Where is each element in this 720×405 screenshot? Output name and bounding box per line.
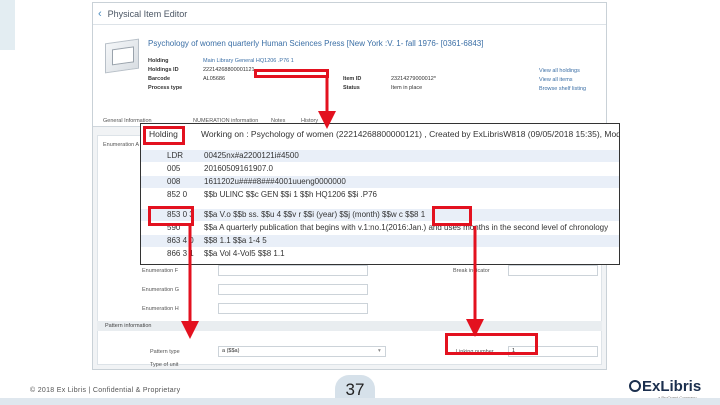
exlibris-logo: ExLibris [629,378,701,395]
footer-copyright: © 2018 Ex Libris | Confidential & Propri… [30,387,181,394]
logo-mark-icon [629,380,641,392]
footer-bar [0,398,720,405]
annotation-arrows [181,78,484,339]
